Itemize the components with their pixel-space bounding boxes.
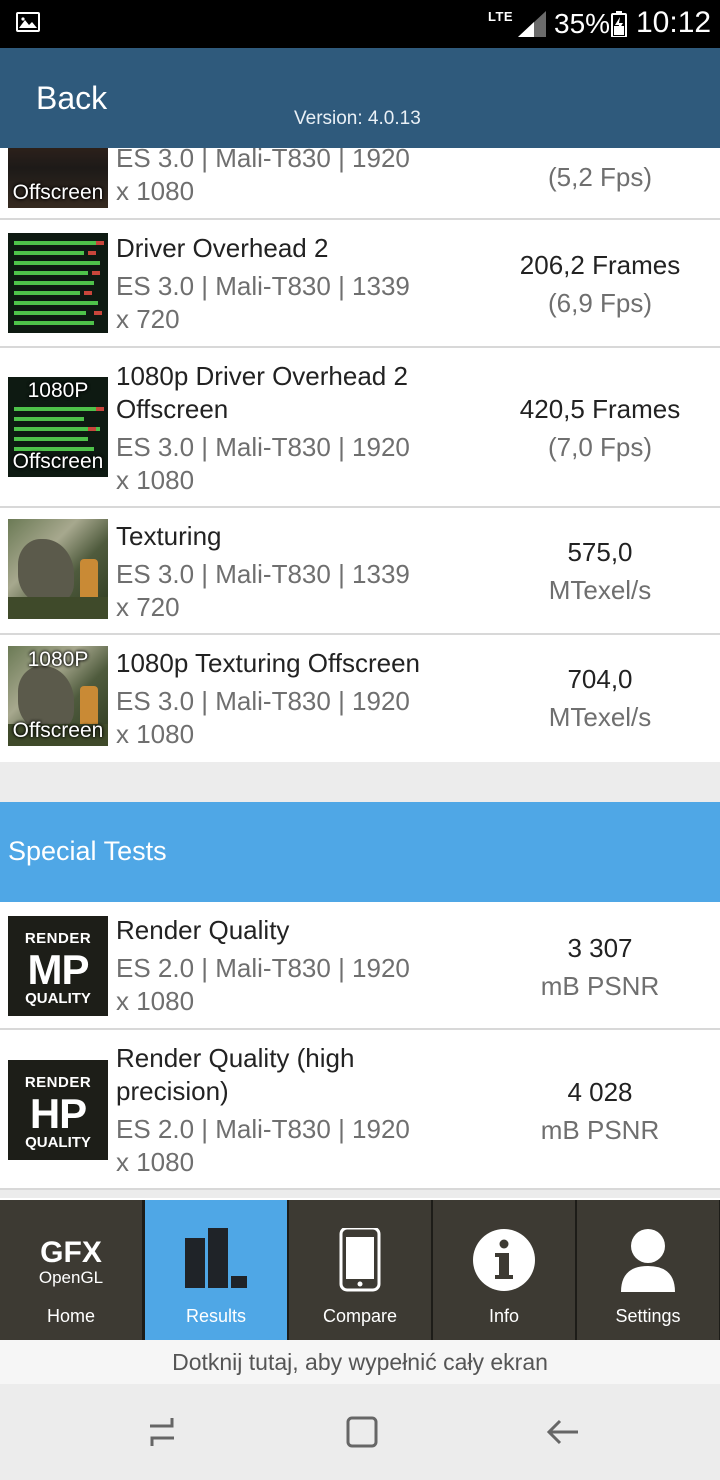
result-config: ES 3.0 | Mali-T830 | 1920 x 1080 <box>116 148 410 206</box>
tab-label: Info <box>488 1306 520 1326</box>
result-row[interactable]: RENDER HP QUALITY Render Quality (high p… <box>0 1030 720 1190</box>
gallery-notification-icon <box>16 12 40 32</box>
result-fps: (6,9 Fps) <box>547 288 653 318</box>
clock: 10:12 <box>636 6 712 39</box>
network-type: LTE <box>488 9 514 24</box>
result-fps: (7,0 Fps) <box>547 432 653 462</box>
result-title: Texturing <box>116 521 222 551</box>
system-nav-bar <box>0 1384 720 1480</box>
test-thumbnail: RENDER HP QUALITY <box>8 1060 108 1160</box>
app-header: Back Version: 4.0.13 <box>0 48 720 148</box>
gfx-logo-subtitle: OpenGL <box>38 1268 104 1287</box>
result-config: ES 3.0 | Mali-T830 | 1339 x 720 <box>116 271 410 334</box>
result-title: Render Quality (high precision) <box>116 1043 355 1106</box>
result-config: ES 3.0 | Mali-T830 | 1339 x 720 <box>116 559 410 622</box>
thumbnail-label: Offscreen <box>12 719 104 742</box>
result-fps: (5,2 Fps) <box>547 162 653 192</box>
test-thumbnail: RENDER MP QUALITY <box>8 916 108 1016</box>
result-unit: mB PSNR <box>540 971 660 1001</box>
tab-label: Results <box>185 1306 247 1326</box>
test-thumbnail <box>8 519 108 619</box>
battery-percent: 35% <box>554 8 611 39</box>
result-config: ES 2.0 | Mali-T830 | 1920 x 1080 <box>116 1114 410 1177</box>
result-unit: MTexel/s <box>548 575 652 605</box>
result-row[interactable]: Offscreen ES 3.0 | Mali-T830 | 1920 x 10… <box>0 148 720 220</box>
result-score: 575,0 <box>567 537 633 567</box>
result-unit: MTexel/s <box>548 702 652 732</box>
tab-info[interactable]: Info <box>433 1200 575 1340</box>
result-unit: mB PSNR <box>540 1115 660 1145</box>
tab-label: Settings <box>615 1306 681 1326</box>
result-title: Render Quality <box>116 915 290 945</box>
recent-apps-icon[interactable] <box>142 1412 182 1452</box>
section-title: Special Tests <box>8 836 167 866</box>
test-thumbnail <box>8 233 108 333</box>
user-icon <box>621 1229 675 1292</box>
result-score: 4 028 <box>567 1077 633 1107</box>
result-config: ES 2.0 | Mali-T830 | 1920 x 1080 <box>116 953 410 1016</box>
result-title: 1080p Driver Overhead 2 Offscreen <box>116 361 408 424</box>
result-row[interactable]: Driver Overhead 2 ES 3.0 | Mali-T830 | 1… <box>0 220 720 348</box>
info-icon <box>473 1229 535 1291</box>
tab-label: Home <box>46 1306 95 1326</box>
results-list[interactable]: Offscreen ES 3.0 | Mali-T830 | 1920 x 10… <box>0 148 720 1198</box>
bottom-tab-bar: GFX OpenGL Home Results Compare Info Set… <box>0 1198 720 1340</box>
result-row[interactable]: 1080P Offscreen 1080p Texturing Offscree… <box>0 635 720 762</box>
result-title: 1080p Texturing Offscreen <box>116 648 421 678</box>
result-row[interactable]: 1080P Offscreen 1080p Driver Overhead 2 … <box>0 348 720 508</box>
signal-icon <box>518 11 546 37</box>
result-row[interactable]: Texturing ES 3.0 | Mali-T830 | 1339 x 72… <box>0 508 720 635</box>
fullscreen-hint[interactable]: Dotknij tutaj, aby wypełnić cały ekran <box>0 1340 720 1384</box>
result-config: ES 3.0 | Mali-T830 | 1920 x 1080 <box>116 432 410 495</box>
result-score: 704,0 <box>567 664 633 694</box>
tab-settings[interactable]: Settings <box>577 1200 719 1340</box>
version-label: Version: 4.0.13 <box>294 108 421 129</box>
tab-label: Compare <box>322 1306 398 1326</box>
thumbnail-label: 1080P <box>27 379 89 402</box>
tab-home[interactable]: GFX OpenGL Home <box>0 1200 142 1340</box>
test-thumbnail: Offscreen <box>8 148 108 208</box>
test-thumbnail: 1080P Offscreen <box>8 377 108 477</box>
thumbnail-label: Offscreen <box>12 181 104 204</box>
tab-compare[interactable]: Compare <box>289 1200 431 1340</box>
section-spacer <box>0 762 720 802</box>
bar-chart-icon <box>185 1228 247 1288</box>
result-config: ES 3.0 | Mali-T830 | 1920 x 1080 <box>116 686 410 749</box>
result-title: Driver Overhead 2 <box>116 233 329 263</box>
back-icon[interactable] <box>544 1412 584 1452</box>
back-button[interactable]: Back <box>36 80 107 117</box>
section-header: Special Tests <box>0 802 720 902</box>
battery-icon <box>611 11 627 37</box>
phone-icon <box>339 1228 381 1292</box>
thumbnail-label: Offscreen <box>12 450 104 473</box>
thumbnail-label: 1080P <box>27 648 89 671</box>
home-icon[interactable] <box>342 1412 382 1452</box>
gfx-logo-icon: GFX <box>40 1236 102 1269</box>
result-score: 420,5 Frames <box>519 394 681 424</box>
result-row[interactable]: RENDER MP QUALITY Render Quality ES 2.0 … <box>0 902 720 1030</box>
tab-results[interactable]: Results <box>145 1200 287 1340</box>
test-thumbnail: 1080P Offscreen <box>8 646 108 746</box>
status-bar: LTE 35% 10:12 <box>0 0 720 48</box>
result-score: 3 307 <box>567 933 633 963</box>
result-score: 206,2 Frames <box>519 250 681 280</box>
